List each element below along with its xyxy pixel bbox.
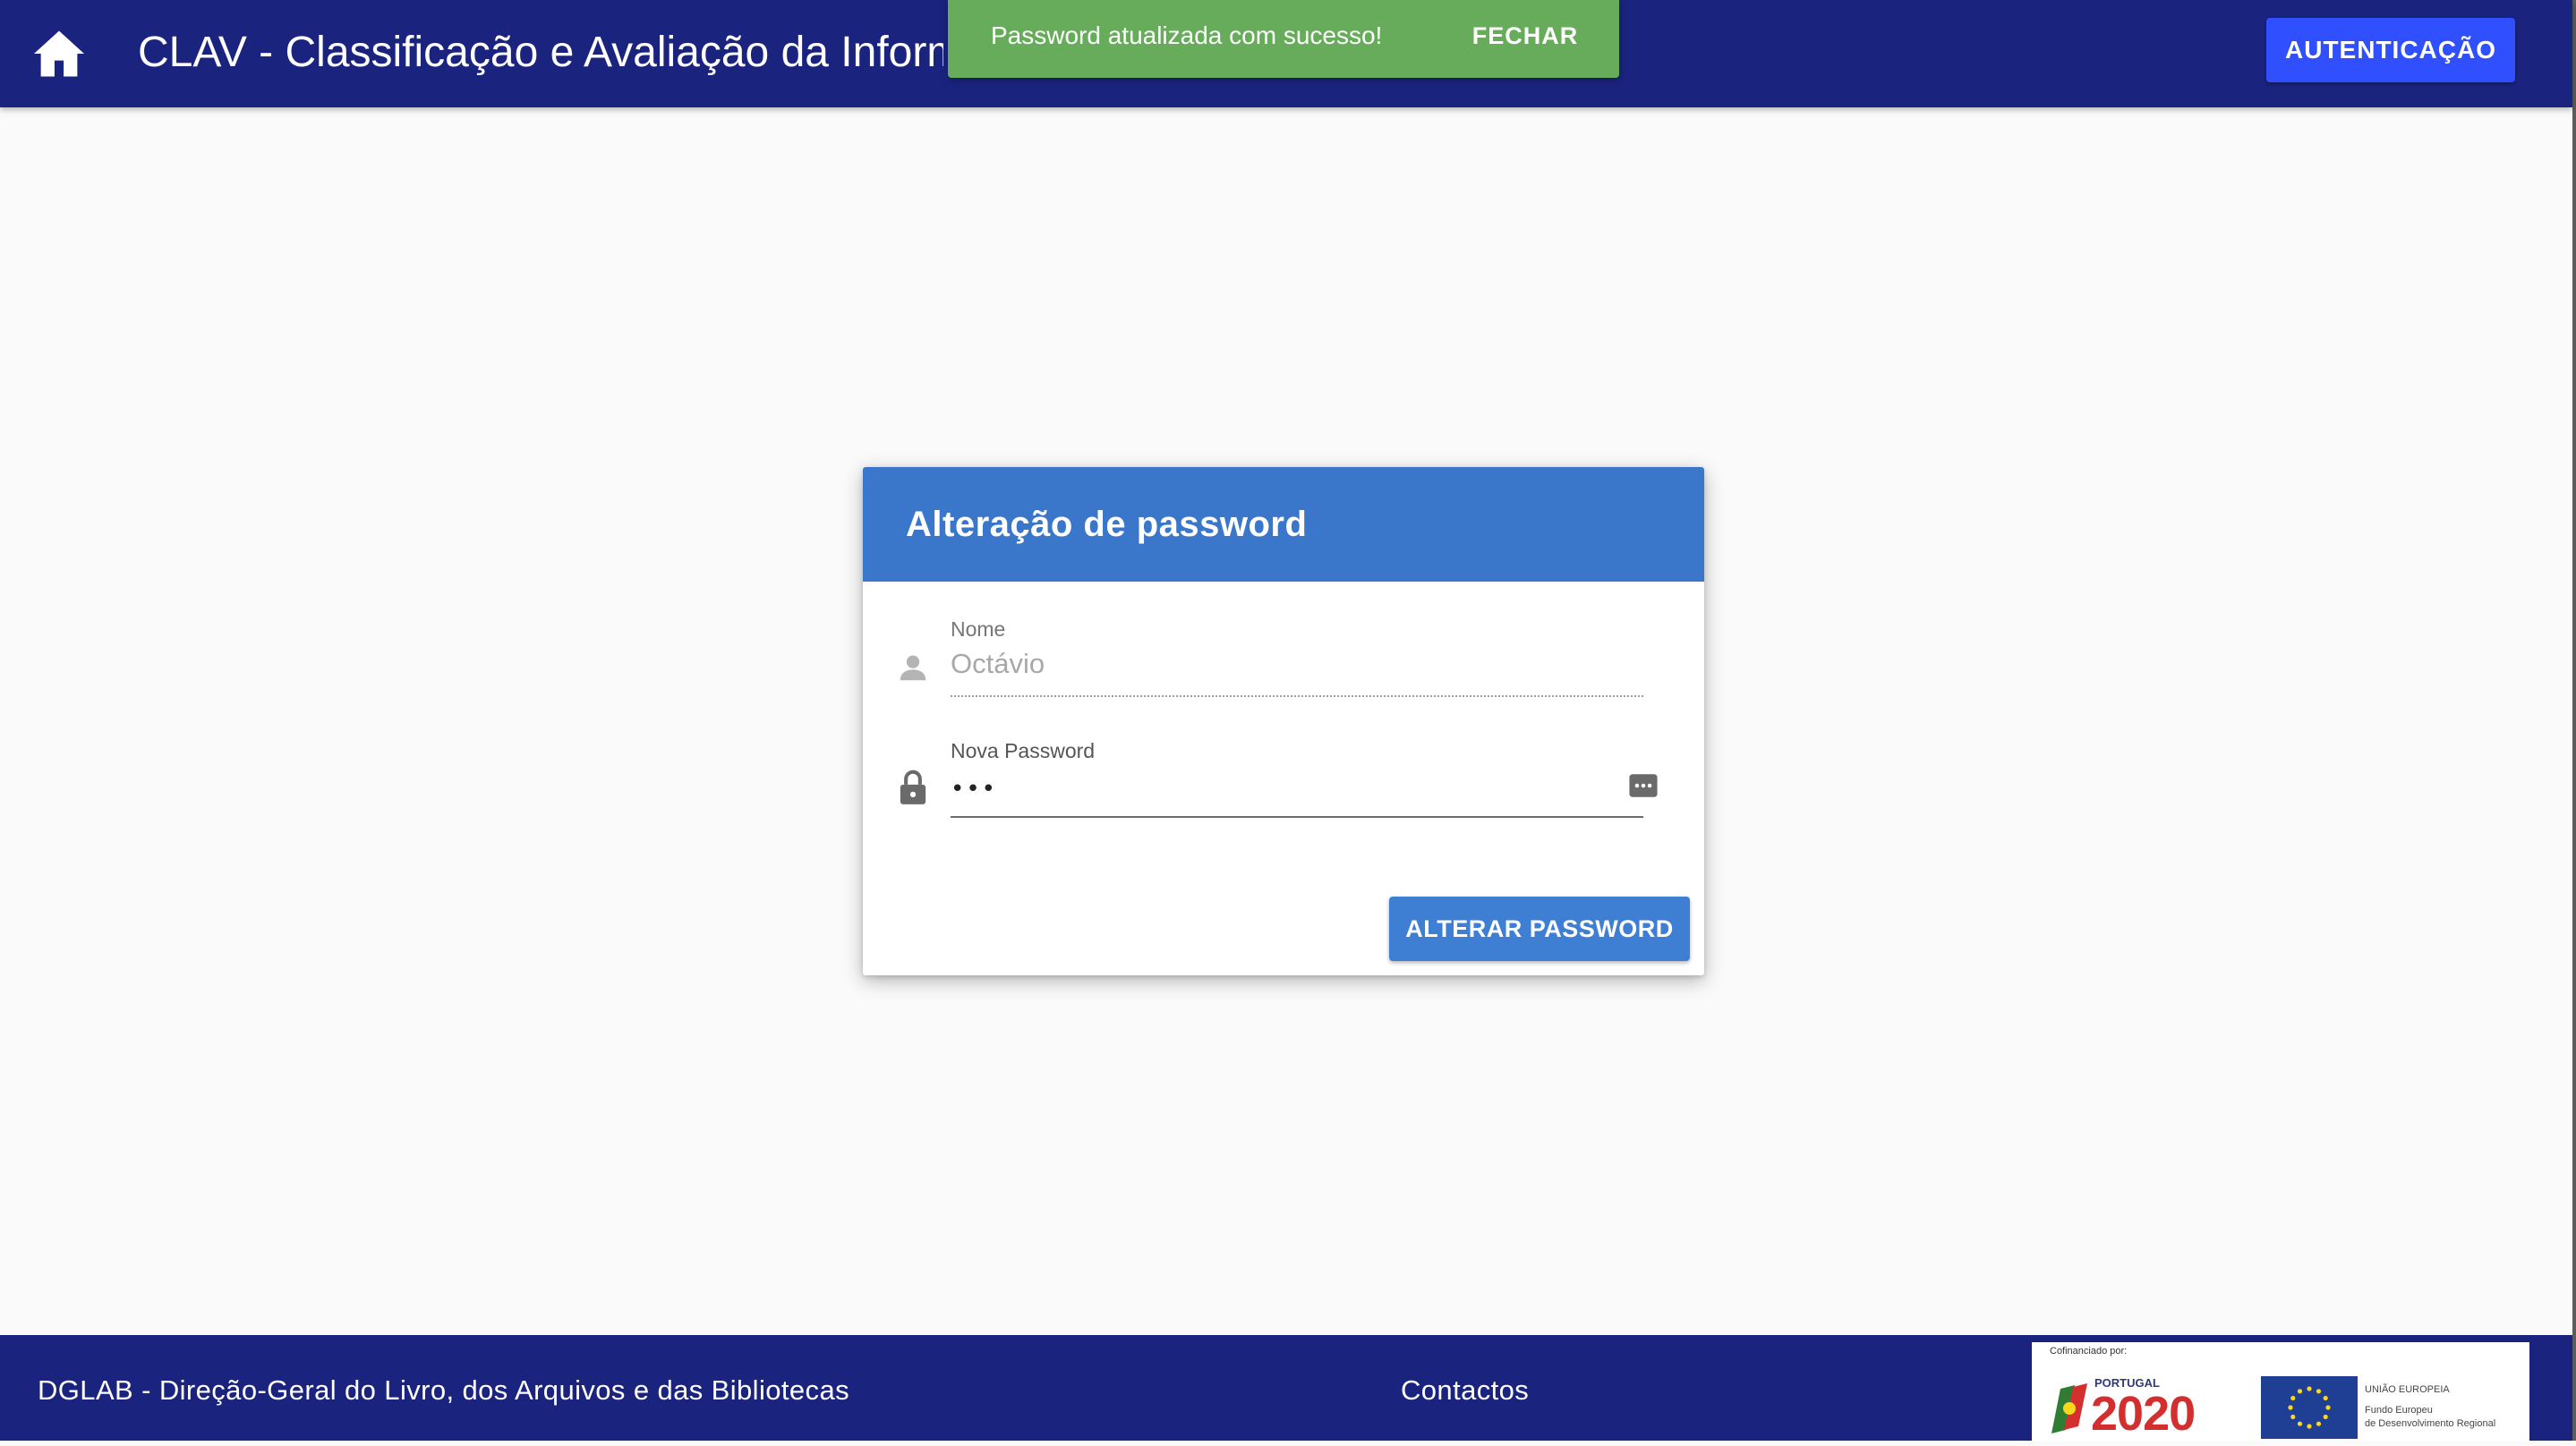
name-field-underline [951,695,1643,697]
password-field-underline [951,816,1643,818]
footer-contacts-link[interactable]: Contactos [1401,1335,1529,1446]
eu-text-line-3: de Desenvolvimento Regional [2365,1418,2496,1429]
app-subtitle: - Classificação e Avaliação da Informaçã… [259,29,943,76]
eu-fund-text: UNIÃO EUROPEIA Fundo Europeu de Desenvol… [2365,1383,2529,1431]
password-field-label: Nova Password [951,739,1096,762]
card-title: Alteração de password [906,505,1308,544]
name-field-value: Octávio [951,648,1045,679]
footer: DGLAB - Direção-Geral do Livro, dos Arqu… [0,1335,2576,1441]
window-edge [2572,0,2576,1441]
success-snackbar: Password atualizada com sucesso! FECHAR [948,0,1619,78]
snackbar-close-button[interactable]: FECHAR [1449,13,1601,59]
home-button[interactable] [23,20,95,88]
funding-caption: Cofinanciado por: [2050,1346,2128,1357]
funding-logos: Cofinanciado por: PORTUGAL 2020 UNIÃO EU… [2032,1342,2529,1441]
eu-text-line-2: Fundo Europeu [2365,1405,2433,1416]
new-password-input[interactable] [951,768,1577,811]
change-password-card: Alteração de password Nome Octávio Nova … [863,467,1704,975]
authentication-button[interactable]: AUTENTICAÇÃO [2266,18,2515,82]
change-password-button[interactable]: ALTERAR PASSWORD [1389,897,1690,961]
portugal-flag-icon [2051,1383,2087,1433]
footer-organization: DGLAB - Direção-Geral do Livro, dos Arqu… [38,1374,849,1406]
portugal-2020-logo: PORTUGAL 2020 [2048,1374,2245,1441]
password-dots-icon[interactable] [1625,768,1661,804]
snackbar-message: Password atualizada com sucesso! [991,21,1383,49]
lock-icon [893,768,933,807]
eu-text-line-1: UNIÃO EUROPEIA [2365,1384,2450,1395]
name-field-label: Nome [951,617,1006,641]
app-title: CLAV - Classificação e Avaliação da Info… [138,21,943,84]
app-brand: CLAV [138,29,247,76]
card-header: Alteração de password [863,467,1704,582]
eu-flag-icon [2261,1376,2358,1439]
portugal-2020-year: 2020 [2091,1387,2196,1441]
person-icon [893,648,933,687]
home-icon [34,30,84,77]
